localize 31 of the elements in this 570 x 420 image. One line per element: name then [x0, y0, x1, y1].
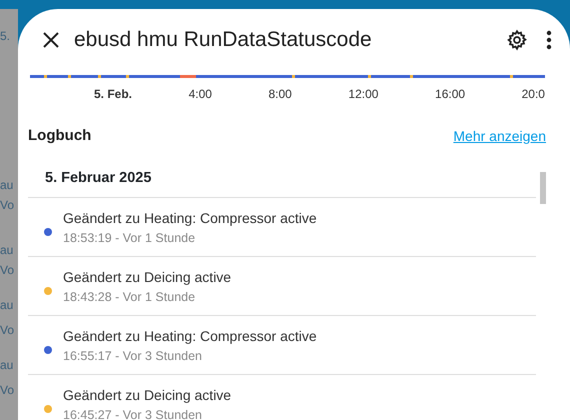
background-text: 5.: [0, 28, 12, 45]
background-text: au: [0, 357, 14, 374]
section-title: Logbuch: [28, 126, 92, 146]
date-header: 5. Februar 2025: [28, 160, 536, 198]
background-text: Vo: [0, 382, 16, 399]
show-more-link[interactable]: Mehr anzeigen: [453, 126, 546, 147]
axis-label: 16:00: [435, 86, 466, 103]
close-icon: [42, 31, 60, 49]
kebab-menu-icon: [546, 30, 552, 50]
background-text: Vo: [0, 197, 16, 214]
entry-title: Geändert zu Heating: Compressor active: [63, 208, 317, 228]
axis-label: 12:00: [348, 86, 378, 103]
background-text: au: [0, 177, 14, 194]
entry-time: 16:55:17 - Vor 3 Stunden: [63, 348, 203, 365]
entry-title: Geändert zu Deicing active: [63, 386, 232, 405]
axis-label: 8:00: [268, 86, 292, 103]
entry-time: 18:43:28 - Vor 1 Stunde: [63, 288, 196, 306]
axis-label: 5. Feb.: [94, 86, 132, 103]
background-text: Vo: [0, 322, 16, 339]
entry-time: 16:45:27 - Vor 3 Stunden: [63, 406, 203, 420]
entry-title: Geändert zu Heating: Compressor active: [63, 326, 317, 346]
axis-label: 4:00: [188, 86, 212, 103]
dialog-title: ebusd hmu RunDataStatuscode: [74, 27, 373, 54]
background-text: au: [0, 297, 14, 314]
gear-icon: [506, 29, 528, 51]
background-text: Vo: [0, 262, 16, 279]
entry-title: Geändert zu Deicing active: [63, 268, 232, 287]
background-text: au: [0, 242, 14, 259]
scrollbar-thumb[interactable]: [540, 172, 546, 204]
axis-label: 20:0: [522, 86, 545, 103]
entry-time: 18:53:19 - Vor 1 Stunde: [63, 230, 196, 247]
